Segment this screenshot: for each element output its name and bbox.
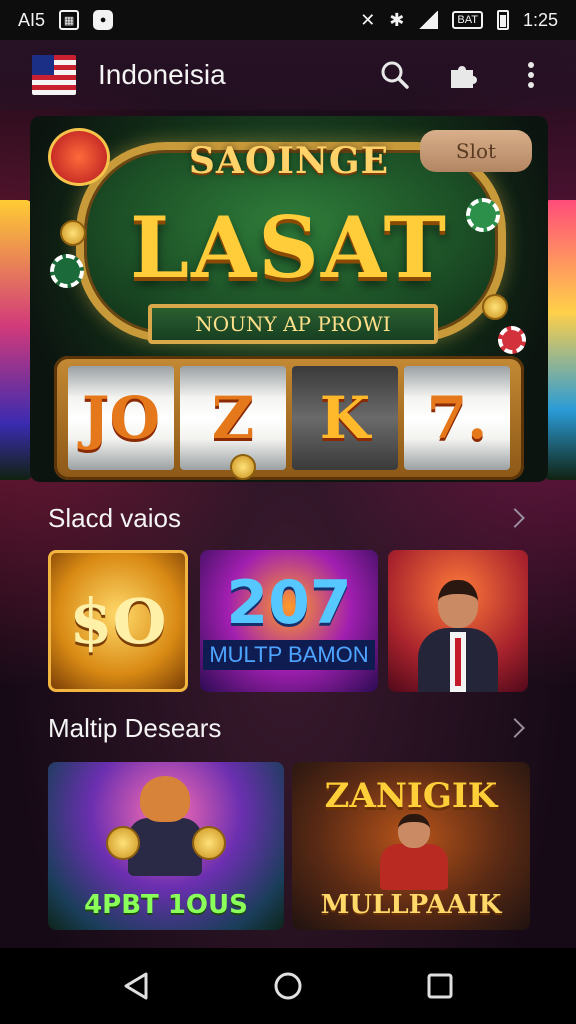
hero-banner[interactable]: Slot SAOINGE LASAT NOUNY AP PROWI JO Z K… (30, 116, 548, 482)
clock: 1:25 (522, 9, 558, 30)
status-bar: AI5 ▦ ● ✕ ✱ BAT 1:25 (0, 0, 576, 40)
more-vert-icon[interactable] (514, 58, 548, 92)
section-header-maltip-desears[interactable]: Maltip Desears (48, 710, 528, 746)
app-title: Indoneisia (98, 59, 226, 90)
chevron-right-icon[interactable] (505, 508, 525, 528)
slot-machine-right-decoration (544, 200, 576, 480)
section-title: Maltip Desears (48, 712, 222, 743)
game-tile-zanigik[interactable]: ZANIGIK MULLPAAIK (292, 762, 530, 930)
search-icon[interactable] (378, 58, 412, 92)
tile-label: $O (69, 584, 167, 658)
casino-chip-icon (466, 198, 500, 232)
casino-chip-icon (498, 326, 526, 354)
slot-reels: JO Z K 7. (54, 356, 524, 480)
game-tile-businessman[interactable] (388, 550, 528, 692)
reel-3: K (292, 366, 398, 470)
reel-2: Z (180, 366, 286, 470)
carrier-label: AI5 (18, 9, 46, 30)
home-icon[interactable] (268, 966, 308, 1006)
reel-4: 7. (404, 366, 510, 470)
recents-icon[interactable] (420, 966, 460, 1006)
section-header-slacd-vaios[interactable]: Slacd vaios (48, 500, 528, 536)
dealer-illustration (380, 814, 448, 890)
hero-plaque: NOUNY AP PROWI (148, 304, 438, 344)
back-icon[interactable] (116, 966, 156, 1006)
reel-1: JO (68, 366, 174, 470)
tile-caption: MULTP BAMON (203, 640, 375, 670)
battery-icon (496, 10, 509, 30)
notification-image-icon: ▦ (59, 10, 80, 30)
slot-machine-left-decoration (0, 200, 32, 480)
businessman-illustration (418, 572, 498, 692)
signal-icon (418, 11, 439, 29)
battery-saver-badge: BAT (452, 11, 483, 29)
tile-number: 207 (226, 568, 352, 638)
bluetooth-icon: ✱ (389, 9, 405, 30)
game-tile-207[interactable]: 207 MULTP BAMON (200, 550, 378, 692)
notification-app-icon: ● (93, 10, 114, 30)
gold-coin-icon (482, 294, 508, 320)
section-title: Slacd vaios (48, 502, 181, 533)
tile-caption: MULLPAAIK (320, 890, 502, 920)
game-tile-fox[interactable]: 4PBT 1OUS (48, 762, 284, 930)
mute-icon: ✕ (360, 9, 376, 30)
fox-mascot-illustration (106, 776, 226, 876)
country-flag-icon[interactable] (32, 55, 76, 95)
hero-subtitle: SAOINGE (188, 140, 390, 182)
casino-chip-icon (50, 254, 84, 288)
app-bar: Indoneisia (0, 40, 576, 110)
gold-coin-icon (60, 220, 86, 246)
navigation-bar (0, 948, 576, 1024)
chevron-right-icon[interactable] (505, 718, 525, 738)
tile-title: ZANIGIK (324, 776, 498, 816)
gold-coin-icon (230, 454, 256, 480)
game-tile-gold-coin[interactable]: $O (48, 550, 188, 692)
puzzle-icon[interactable] (446, 58, 480, 92)
tile-caption: 4PBT 1OUS (84, 890, 248, 920)
